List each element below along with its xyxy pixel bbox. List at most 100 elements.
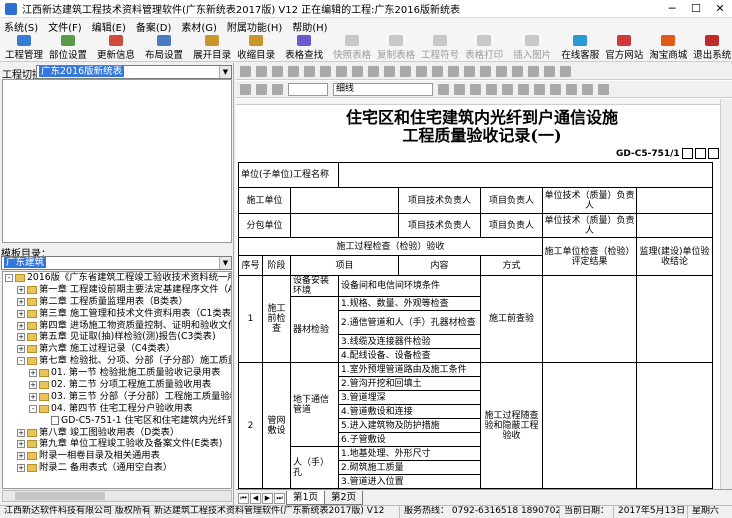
copy-icon[interactable]	[256, 83, 267, 95]
official-site-button[interactable]: 官方网站	[602, 34, 646, 61]
underline-icon[interactable]	[470, 83, 481, 95]
expand-icon[interactable]: +	[17, 309, 25, 318]
border-icon[interactable]	[368, 65, 379, 77]
wrap-text-icon[interactable]	[534, 83, 545, 95]
tree-item[interactable]: - 04. 第四节 住宅工程分户验收用表	[3, 403, 231, 415]
copy-table-button[interactable]: 复制表格	[374, 34, 418, 61]
underline-icon[interactable]	[272, 65, 283, 77]
collapse-icon[interactable]: -	[29, 404, 37, 413]
last-page-icon[interactable]: ⏭	[274, 492, 285, 504]
maximize-button[interactable]: ☐	[684, 2, 708, 15]
bold-icon[interactable]	[240, 65, 251, 77]
tree-item[interactable]: - 2016版《广东省建筑工程竣工验收技术资料统一用表》	[3, 272, 231, 284]
redo-icon[interactable]	[496, 65, 507, 77]
code-box[interactable]	[694, 148, 706, 159]
tree-item[interactable]: + 附录一相卷目录及相关通用表	[3, 450, 231, 462]
tree-item[interactable]: + 第九章 单位工程竣工验收及备案文件(E类表)	[3, 438, 231, 450]
bold-icon[interactable]	[438, 83, 449, 95]
expand-icon[interactable]: +	[29, 392, 37, 401]
align-right-icon[interactable]	[320, 65, 331, 77]
vertical-align-icon[interactable]	[550, 83, 561, 95]
italic-icon[interactable]	[454, 83, 465, 95]
expand-icon[interactable]: +	[17, 297, 25, 306]
expand-icon[interactable]: +	[17, 464, 25, 473]
italic-icon[interactable]	[256, 65, 267, 77]
code-box[interactable]	[681, 148, 693, 159]
tree-item[interactable]: +03. 第三节 分部（子分部）工程施工质量验收用	[3, 391, 231, 403]
subscript-icon[interactable]	[598, 83, 609, 95]
insert-column-icon[interactable]	[448, 65, 459, 77]
tree-item[interactable]: GD-C5-751-1 住宅区和住宅建筑内光纤到户通信	[3, 415, 231, 427]
template-tree[interactable]: -2016版《广东省建筑工程竣工验收技术资料统一用表》+第一章 工程建设前期主要…	[2, 271, 232, 489]
undo-icon[interactable]	[480, 65, 491, 77]
project-switch-dropdown[interactable]: 广东2016版新统表 ▼	[36, 65, 232, 79]
minimize-button[interactable]: ─	[660, 2, 684, 15]
text-direction-icon[interactable]	[566, 83, 577, 95]
exit-system-button[interactable]: 退出系统	[690, 34, 732, 61]
expand-icon[interactable]: +	[17, 345, 25, 354]
snapshot-table-button[interactable]: 快照表格	[330, 34, 374, 61]
row2-result[interactable]	[542, 362, 638, 489]
expand-icon[interactable]: +	[17, 452, 25, 461]
superscript-icon[interactable]	[582, 83, 593, 95]
tab-page-2[interactable]: 第2页	[324, 491, 364, 505]
tree-horizontal-scrollbar[interactable]	[2, 490, 232, 502]
save-icon[interactable]	[560, 65, 571, 77]
tree-item[interactable]: + 附录二 备用表式（通用空白表）	[3, 462, 231, 474]
delete-column-icon[interactable]	[464, 65, 475, 77]
unit-project-field[interactable]	[338, 162, 714, 188]
print-icon[interactable]	[544, 65, 555, 77]
menu-edit[interactable]: 编辑(E)	[92, 19, 126, 34]
next-page-icon[interactable]: ▶	[262, 492, 273, 504]
tree-item[interactable]: + 第四章 进场施工物资质量控制、证明和验收文件通	[3, 320, 231, 332]
insert-image-button[interactable]: 插入图片	[510, 34, 554, 61]
chevron-down-icon[interactable]: ▼	[219, 257, 231, 269]
location-setting-button[interactable]: 部位设置	[46, 34, 90, 61]
tree-item[interactable]: + 第三章 施工管理和技术文件资料用表（C1类表）	[3, 308, 231, 320]
row1-conclusion[interactable]	[636, 275, 714, 363]
align-left-icon[interactable]	[486, 83, 497, 95]
merge-cells-icon[interactable]	[336, 65, 347, 77]
project-manage-button[interactable]: 工程管理	[2, 34, 46, 61]
tree-item[interactable]: +01. 第一节 检验批施工质量验收记录用表	[3, 367, 231, 379]
expand-icon[interactable]: +	[17, 285, 25, 294]
menu-help[interactable]: 帮助(H)	[292, 19, 327, 34]
align-right-icon[interactable]	[518, 83, 529, 95]
print-table-button[interactable]: 表格打印	[462, 34, 506, 61]
fill-color-icon[interactable]	[400, 65, 411, 77]
sub-unit-tech-lead-field[interactable]	[636, 213, 714, 238]
tree-item[interactable]: +02. 第二节 分项工程施工质量验收用表	[3, 379, 231, 391]
engineering-symbol-button[interactable]: 工程符号	[418, 34, 462, 61]
paste-icon[interactable]	[272, 83, 283, 95]
collapse-catalog-button[interactable]: 收缩目录	[234, 34, 278, 61]
zoom-out-icon[interactable]	[528, 65, 539, 77]
menu-filing[interactable]: 备案(D)	[136, 19, 172, 34]
expand-icon[interactable]: +	[17, 333, 25, 342]
align-center-icon[interactable]	[304, 65, 315, 77]
tree-item[interactable]: + 第五章 见证取(抽)样检验(测)报告(C3类表)	[3, 331, 231, 343]
taobao-store-button[interactable]: 淘宝商城	[646, 34, 690, 61]
align-center-icon[interactable]	[502, 83, 513, 95]
unit-tech-lead-field[interactable]	[636, 187, 714, 214]
insert-row-icon[interactable]	[416, 65, 427, 77]
template-dropdown[interactable]: 广东建筑 ▼	[1, 256, 232, 270]
collapse-icon[interactable]: -	[5, 273, 13, 282]
cut-icon[interactable]	[240, 83, 251, 95]
expand-icon[interactable]: +	[29, 369, 37, 378]
menu-system[interactable]: 系统(S)	[4, 19, 38, 34]
menu-file[interactable]: 文件(F)	[48, 19, 82, 34]
tree-item[interactable]: - 第七章 检验批、分项、分部（子分部）施工质量及	[3, 355, 231, 367]
row2-conclusion[interactable]	[636, 362, 714, 489]
expand-catalog-button[interactable]: 展开目录	[190, 34, 234, 61]
tree-item[interactable]: + 第六章 施工过程记录（C4类表）	[3, 343, 231, 355]
align-left-icon[interactable]	[288, 65, 299, 77]
first-page-icon[interactable]: ⏮	[238, 492, 249, 504]
constructor-field[interactable]	[289, 187, 400, 214]
layout-setting-button[interactable]: 布局设置	[142, 34, 186, 61]
chevron-down-icon[interactable]: ▼	[219, 66, 231, 78]
expand-icon[interactable]: +	[17, 428, 25, 437]
tree-item[interactable]: + 第二章 工程质量监理用表（B类表）	[3, 296, 231, 308]
delete-row-icon[interactable]	[432, 65, 443, 77]
zoom-in-icon[interactable]	[512, 65, 523, 77]
row1-result[interactable]	[542, 275, 638, 363]
